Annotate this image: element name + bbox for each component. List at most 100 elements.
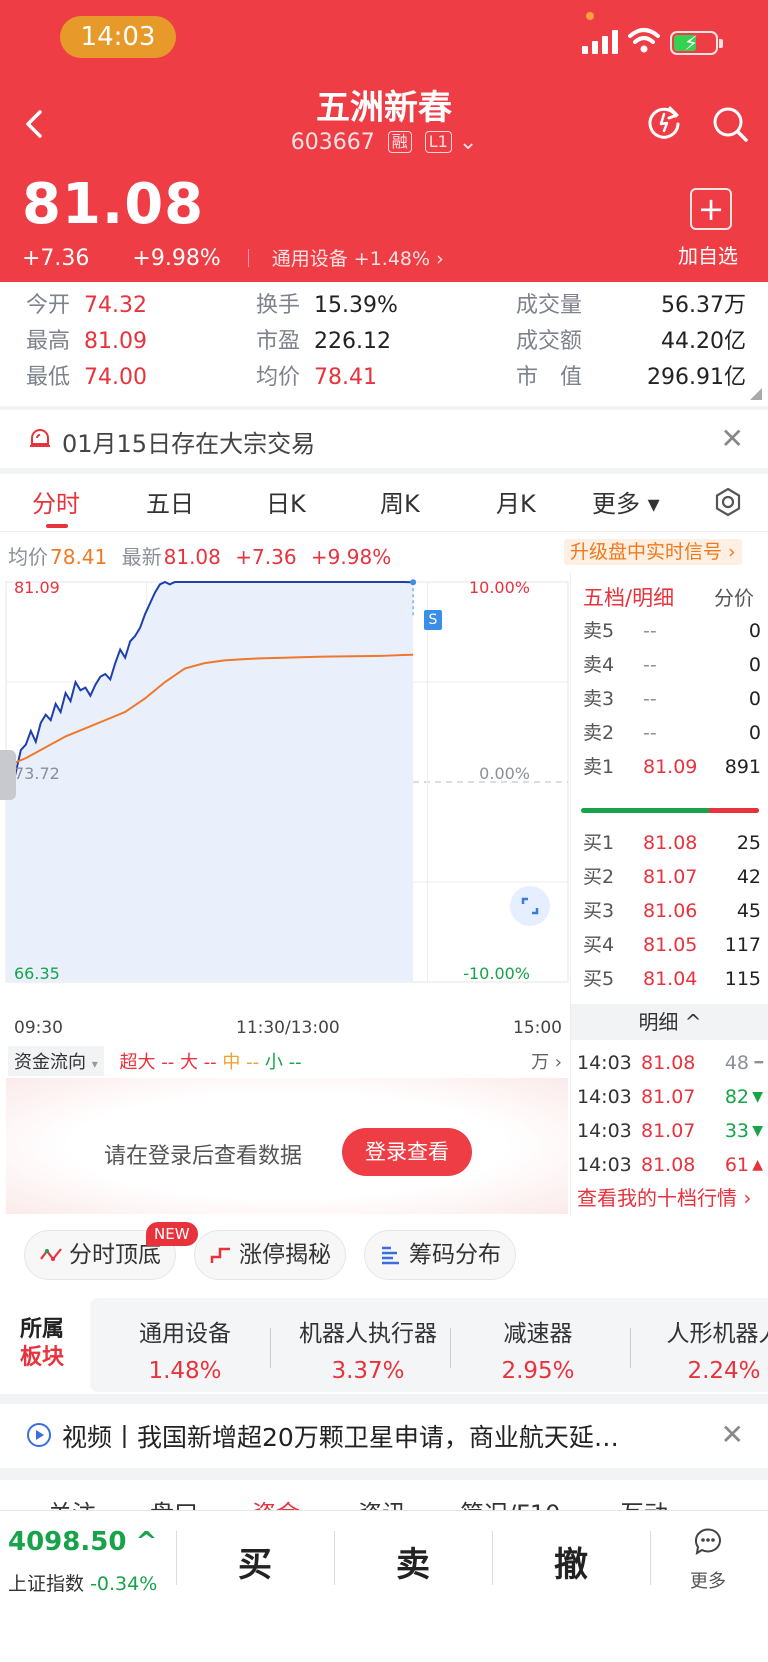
sector-item[interactable]: 通用设备 1.48% <box>120 1314 250 1384</box>
tab-weekly-k[interactable]: 周K <box>380 484 420 519</box>
level-price: 81.09 <box>643 756 698 778</box>
last-change: +7.36 <box>235 545 297 569</box>
ask-row[interactable]: 卖3 -- 0 <box>583 684 761 714</box>
index-value[interactable]: 4098.50 ^ <box>8 1527 157 1557</box>
bid-row[interactable]: 买2 81.07 42 <box>583 862 761 892</box>
cancel-order-button[interactable]: 撤 <box>554 1537 588 1586</box>
flow-big: 大 -- <box>179 1052 217 1073</box>
bid-row[interactable]: 买5 81.04 115 <box>583 964 761 994</box>
search-icon[interactable] <box>710 104 750 144</box>
battery-icon: ⚡ <box>670 31 723 55</box>
sector-link[interactable]: 通用设备 +1.48% › <box>272 248 444 270</box>
stat-avg: 均价 78.41 <box>256 365 377 390</box>
avg-value: 78.41 <box>50 545 108 569</box>
function-buttons: 分时顶底 涨停揭秘 筹码分布 <box>0 1216 768 1298</box>
divider <box>630 1328 631 1368</box>
price-change: +7.36 <box>22 246 90 271</box>
y-label-mid-pct: 0.00% <box>479 764 530 783</box>
wifi-icon <box>628 28 660 53</box>
fullscreen-icon[interactable] <box>510 886 550 926</box>
ask-row[interactable]: 卖1 81.09 891 <box>583 752 761 782</box>
close-icon[interactable]: ✕ <box>721 422 744 455</box>
buy-button[interactable]: 买 <box>238 1537 272 1586</box>
tab-intraday[interactable]: 分时 <box>32 484 80 519</box>
login-button[interactable]: 登录查看 <box>342 1128 472 1176</box>
sell-signal-marker[interactable]: S <box>424 610 442 630</box>
flow-mid: 中 -- <box>222 1052 260 1073</box>
stat-market-cap: 市 值 296.91亿 <box>516 365 746 390</box>
stat-volume: 成交量 56.37万 <box>516 293 746 318</box>
add-watchlist-button[interactable]: + <box>690 188 732 230</box>
level-tag: L1 <box>424 131 452 153</box>
bid-row[interactable]: 买4 81.05 117 <box>583 930 761 960</box>
play-icon <box>27 1423 51 1447</box>
sector-item[interactable]: 减速器 2.95% <box>464 1314 612 1384</box>
ask-row[interactable]: 卖4 -- 0 <box>583 650 761 680</box>
intraday-info: 均价 78.41 最新 81.08 +7.36 +9.98% 升级盘中实时信号 › <box>0 532 768 572</box>
settings-icon[interactable] <box>712 486 744 518</box>
trend-icon <box>40 1248 62 1261</box>
trade-row: 14:03 81.08 48 ━ <box>577 1046 763 1080</box>
more-label[interactable]: 更多 <box>690 1567 726 1593</box>
level-price: -- <box>643 654 657 676</box>
more-icon[interactable] <box>692 1525 724 1557</box>
upgrade-signal-link[interactable]: 升级盘中实时信号 › <box>564 539 742 565</box>
y-label-low: 66.35 <box>14 964 60 983</box>
y-label-high: 81.09 <box>14 578 60 597</box>
detail-subtabs: 关注 盘口 资金 资讯 简况/F10 互动 <box>0 1480 768 1512</box>
trade-volume: 33 <box>724 1120 749 1142</box>
order-book: 五档/明细 分价 卖5 -- 0 卖4 -- 0 卖3 -- 0 卖2 -- 0 卖1 81.09 891 … <box>570 572 768 1216</box>
level-volume: 891 <box>724 756 761 778</box>
stat-amount: 成交额 44.20亿 <box>516 329 746 354</box>
news-ticker[interactable]: 视频丨我国新增超20万颗卫星申请，商业航天延… ✕ <box>0 1404 768 1468</box>
ask-row[interactable]: 卖2 -- 0 <box>583 718 761 748</box>
tab-five-day[interactable]: 五日 <box>146 484 194 519</box>
level-volume: 117 <box>724 934 761 956</box>
tab-monthly-k[interactable]: 月K <box>496 484 536 519</box>
trade-price: 81.07 <box>641 1120 696 1142</box>
expand-corner-icon[interactable] <box>750 388 762 400</box>
limit-up-reveal-button[interactable]: 涨停揭秘 <box>194 1230 346 1280</box>
flow-small: 小 -- <box>264 1052 302 1073</box>
ask-row[interactable]: 卖5 -- 0 <box>583 616 761 646</box>
bid-row[interactable]: 买3 81.06 45 <box>583 896 761 926</box>
privacy-dot <box>586 12 594 20</box>
price-area <box>6 582 414 982</box>
divider <box>650 1531 651 1585</box>
quote-stats[interactable]: 今开 74.32 换手 15.39% 成交量 56.37万 最高 81.09 市盈 226… <box>0 282 768 406</box>
sell-button[interactable]: 卖 <box>396 1537 430 1586</box>
trade-row: 14:03 81.08 61 ▲ <box>577 1148 763 1182</box>
divider <box>450 1328 451 1368</box>
chip-distribution-button[interactable]: 筹码分布 <box>364 1230 516 1280</box>
tab-more[interactable]: 更多 ▾ <box>592 484 660 519</box>
level-volume: 25 <box>736 832 761 854</box>
index-name-row[interactable]: 上证指数 -0.34% <box>8 1569 157 1596</box>
refresh-icon[interactable] <box>644 102 684 142</box>
add-watchlist-label[interactable]: 加自选 <box>678 240 738 269</box>
ten-level-link[interactable]: 查看我的十档行情 › <box>577 1182 751 1211</box>
tab-daily-k[interactable]: 日K <box>266 484 306 519</box>
x-label-start: 09:30 <box>14 1018 63 1038</box>
side-handle[interactable] <box>0 750 16 800</box>
block-trade-notice[interactable]: 01月15日存在大宗交易 ✕ <box>0 410 768 468</box>
flow-unit[interactable]: 万 › <box>531 1048 562 1074</box>
level-volume: 115 <box>724 968 761 990</box>
trade-direction-icon: ━ <box>754 1055 763 1071</box>
tab-five-level[interactable]: 五档/明细 <box>583 582 674 612</box>
sector-item[interactable]: 人形机器人2.24% <box>650 1314 768 1384</box>
bid-row[interactable]: 买1 81.08 25 <box>583 828 761 858</box>
stat-open: 今开 74.32 <box>26 293 147 318</box>
intraday-chart[interactable]: 81.09 10.00% 73.72 0.00% 66.35 -10.00% S… <box>0 572 570 1216</box>
tab-price-split[interactable]: 分价 <box>714 582 754 611</box>
capital-flow-select[interactable]: 资金流向 ▾ <box>8 1046 104 1076</box>
level-volume: 45 <box>736 900 761 922</box>
sector-item[interactable]: 机器人执行器 3.37% <box>282 1314 454 1384</box>
divider <box>492 1531 493 1585</box>
news-text: 视频丨我国新增超20万颗卫星申请，商业航天延… <box>62 1423 619 1452</box>
trade-volume: 82 <box>724 1086 749 1108</box>
stat-turnover: 换手 15.39% <box>256 293 398 318</box>
detail-toggle[interactable]: 明细 ^ <box>571 1004 768 1040</box>
close-icon[interactable]: ✕ <box>721 1418 744 1451</box>
trade-time: 14:03 <box>577 1086 632 1108</box>
trade-row: 14:03 81.07 82 ▼ <box>577 1080 763 1114</box>
